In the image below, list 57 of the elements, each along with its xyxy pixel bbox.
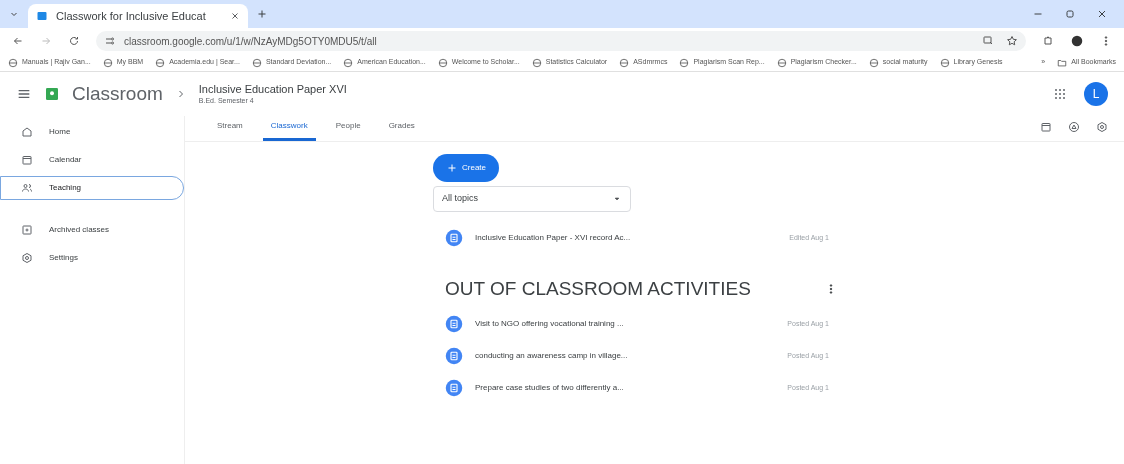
- assignment-icon: [445, 379, 463, 397]
- class-tab[interactable]: Grades: [380, 120, 423, 141]
- folder-icon: [1057, 57, 1068, 68]
- globe-icon: [251, 57, 262, 68]
- assignment-icon: [445, 315, 463, 333]
- calendar-icon[interactable]: [1040, 121, 1052, 133]
- extensions-icon[interactable]: [1042, 35, 1054, 47]
- class-title[interactable]: Inclusive Education Paper XVI: [198, 82, 347, 97]
- profile-icon[interactable]: [1070, 34, 1084, 48]
- class-tab[interactable]: Classwork: [262, 120, 316, 141]
- address-bar[interactable]: classroom.google.com/u/1/w/NzAyMDg5OTY0MDU5/t/all: [96, 31, 1026, 51]
- avatar[interactable]: L: [1084, 82, 1108, 106]
- topic-heading: OUT OF CLASSROOM ACTIVITIES: [445, 276, 751, 301]
- globe-icon: [679, 57, 690, 68]
- browser-tab[interactable]: Classwork for Inclusive Educat: [28, 4, 248, 28]
- classroom-logo-icon: [44, 86, 60, 102]
- globe-icon: [776, 57, 787, 68]
- class-tab[interactable]: People: [327, 120, 369, 141]
- app-name[interactable]: Classroom: [72, 79, 163, 109]
- class-tab[interactable]: Stream: [209, 120, 251, 141]
- archive-icon: [21, 224, 33, 236]
- people-icon: [21, 182, 33, 194]
- globe-icon: [8, 57, 18, 68]
- site-settings-icon[interactable]: [104, 35, 116, 47]
- plus-icon: [446, 162, 458, 174]
- settings-icon: [21, 252, 33, 264]
- reload-icon[interactable]: [68, 35, 80, 47]
- home-icon: [21, 126, 33, 138]
- drive-icon[interactable]: [1068, 121, 1080, 133]
- url-text: classroom.google.com/u/1/w/NzAyMDg5OTY0MDU5/t/all: [124, 34, 377, 49]
- close-icon[interactable]: [1096, 8, 1108, 20]
- topic-dropdown[interactable]: All topics: [433, 186, 631, 212]
- star-icon[interactable]: [1006, 35, 1018, 47]
- classroom-icon: [36, 10, 48, 22]
- back-icon[interactable]: [12, 35, 24, 47]
- assignment-icon: [445, 229, 463, 247]
- assignment-icon: [445, 347, 463, 365]
- globe-icon: [437, 57, 448, 68]
- globe-icon: [939, 57, 950, 68]
- settings-icon[interactable]: [1096, 121, 1108, 133]
- apps-grid-icon[interactable]: [1052, 86, 1068, 102]
- close-icon[interactable]: [229, 11, 240, 21]
- globe-icon: [343, 57, 354, 68]
- sidebar-item[interactable]: Calendar: [0, 148, 184, 172]
- globe-icon: [102, 57, 113, 68]
- globe-icon: [868, 57, 879, 68]
- globe-icon: [531, 57, 542, 68]
- globe-icon: [155, 57, 166, 68]
- tab-title: Classwork for Inclusive Educat: [56, 8, 206, 24]
- globe-icon: [619, 57, 630, 68]
- restore-icon[interactable]: [1064, 8, 1076, 20]
- install-app-icon[interactable]: [982, 35, 994, 47]
- sidebar-item[interactable]: Home: [0, 120, 184, 144]
- sidebar-item[interactable]: Archived classes: [0, 218, 184, 242]
- create-button[interactable]: Create: [433, 154, 499, 182]
- calendar-icon: [21, 154, 33, 166]
- sidebar-item[interactable]: Settings: [0, 246, 184, 270]
